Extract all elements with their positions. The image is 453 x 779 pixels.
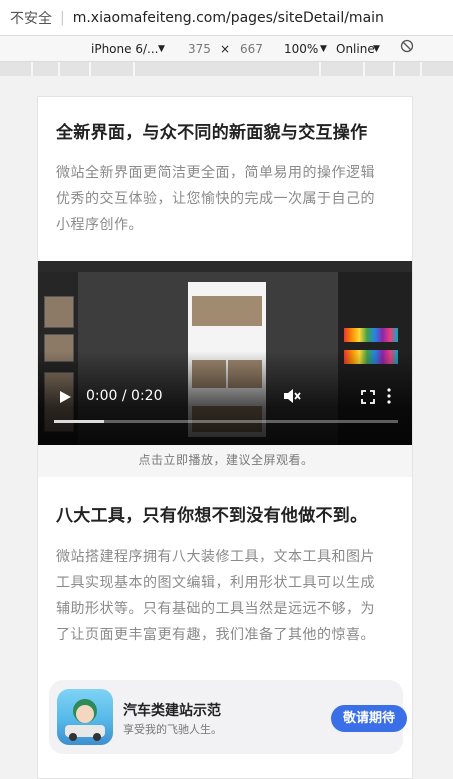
paragraph-line: 工具实现基本的图文编辑，利用形状工具可以生成 xyxy=(56,575,375,591)
media-query-ruler[interactable] xyxy=(0,62,453,76)
promo-banner[interactable]: 汽车类建站示范 享受我的飞驰人生。 敬请期待 xyxy=(49,680,407,754)
network-caret-icon[interactable]: ▼ xyxy=(373,44,380,54)
video-time: 0:00 / 0:20 xyxy=(86,388,163,404)
section2-heading: 八大工具，只有你想不到没有他做不到。 xyxy=(56,506,368,526)
paragraph-line: 微站全新界面更简洁更全面，简单易用的操作逻辑 xyxy=(56,165,375,181)
device-toolbar: iPhone 6/... ▼ 375 × 667 100% ▼ Online ▼ xyxy=(0,36,453,62)
device-select[interactable]: iPhone 6/... xyxy=(91,42,158,56)
mute-icon[interactable] xyxy=(283,388,301,408)
zoom-caret-icon[interactable]: ▼ xyxy=(320,44,327,54)
app-icon xyxy=(57,689,113,745)
paragraph-line: 辅助形状等。只有基础的工具当然是远远不够，为 xyxy=(56,601,375,617)
more-vertical-icon[interactable] xyxy=(387,388,391,408)
video-caption: 点击立即播放，建议全屏观看。 xyxy=(38,445,412,477)
section2-paragraph: 微站搭建程序拥有八大装修工具，文本工具和图片 工具实现基本的图文编辑，利用形状工… xyxy=(56,544,396,648)
play-icon[interactable] xyxy=(58,389,72,408)
video-progress-bar[interactable] xyxy=(54,420,398,423)
dimension-times: × xyxy=(220,42,231,56)
paragraph-line: 小程序创作。 xyxy=(56,217,143,233)
zoom-select[interactable]: 100% xyxy=(284,42,318,56)
fullscreen-icon[interactable] xyxy=(361,389,375,408)
paragraph-line: 微站搭建程序拥有八大装修工具，文本工具和图片 xyxy=(56,549,375,565)
section1-paragraph: 微站全新界面更简洁更全面，简单易用的操作逻辑 优秀的交互体验，让您愉快的完成一次… xyxy=(56,160,396,238)
paragraph-line: 优秀的交互体验，让您愉快的完成一次属于自己的 xyxy=(56,191,375,207)
address-divider: | xyxy=(60,9,65,26)
paragraph-line: 了让页面更丰富更有趣，我们准备了其他的惊喜。 xyxy=(56,627,375,643)
promo-subtitle: 享受我的飞驰人生。 xyxy=(123,723,222,736)
video-player[interactable]: 0:00 / 0:20 xyxy=(38,261,412,445)
section1-heading: 全新界面，与众不同的新面貌与交互操作 xyxy=(56,123,368,143)
width-field[interactable]: 375 xyxy=(188,42,211,56)
device-select-caret-icon[interactable]: ▼ xyxy=(158,44,165,54)
network-select[interactable]: Online xyxy=(336,42,375,56)
security-label[interactable]: 不安全 xyxy=(10,8,52,28)
promo-title: 汽车类建站示范 xyxy=(123,703,221,719)
url-text[interactable]: m.xiaomafeiteng.com/pages/siteDetail/mai… xyxy=(73,10,384,26)
height-field[interactable]: 667 xyxy=(240,42,263,56)
coming-soon-button[interactable]: 敬请期待 xyxy=(331,705,407,732)
rotate-icon[interactable] xyxy=(400,39,414,56)
emulated-viewport[interactable]: 全新界面，与众不同的新面貌与交互操作 微站全新界面更简洁更全面，简单易用的操作逻… xyxy=(37,96,413,779)
video-progress-buffered xyxy=(54,420,104,423)
video-frame-topbar xyxy=(38,261,412,272)
browser-address-bar[interactable]: 不安全 | m.xiaomafeiteng.com/pages/siteDeta… xyxy=(0,0,453,36)
